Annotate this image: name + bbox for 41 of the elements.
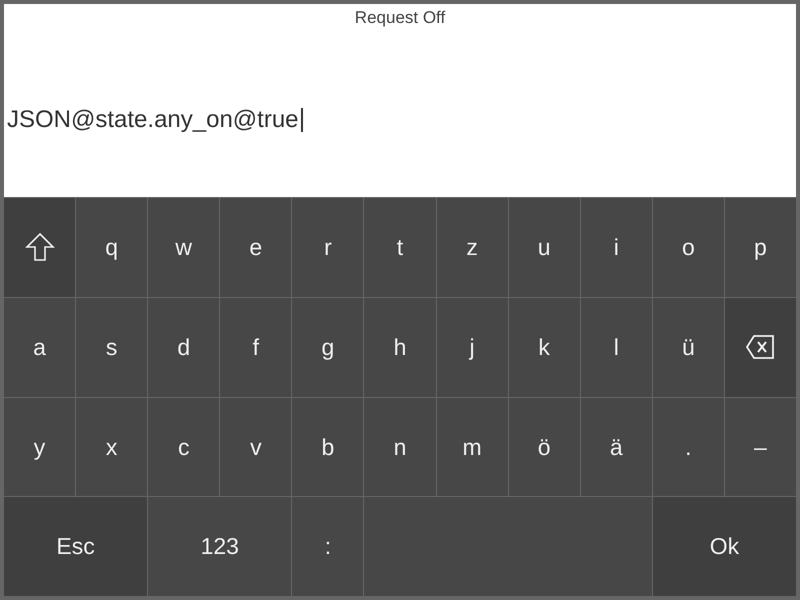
key[interactable]: f <box>220 298 292 396</box>
action-key[interactable]: Ok <box>652 497 796 596</box>
key[interactable]: ä <box>580 398 652 496</box>
dialog-title: Request Off <box>354 7 446 28</box>
key[interactable]: : <box>292 497 364 596</box>
key[interactable]: 123 <box>148 497 292 596</box>
key[interactable]: k <box>508 298 580 396</box>
key[interactable]: b <box>292 398 364 496</box>
key[interactable]: g <box>292 298 364 396</box>
key[interactable]: m <box>436 398 508 496</box>
key[interactable]: ö <box>508 398 580 496</box>
key[interactable]: h <box>364 298 436 396</box>
action-key[interactable]: Esc <box>4 497 148 596</box>
key[interactable]: w <box>148 198 220 297</box>
key[interactable]: n <box>364 398 436 496</box>
key[interactable]: o <box>652 198 724 297</box>
key[interactable]: – <box>724 398 796 496</box>
key[interactable]: t <box>364 198 436 297</box>
key[interactable]: v <box>220 398 292 496</box>
text-input[interactable]: JSON@state.any_on@true <box>4 104 796 136</box>
key[interactable]: ü <box>652 298 724 396</box>
key[interactable]: . <box>652 398 724 496</box>
key[interactable]: s <box>76 298 148 396</box>
key[interactable]: l <box>580 298 652 396</box>
key[interactable]: j <box>436 298 508 396</box>
key[interactable]: c <box>148 398 220 496</box>
key[interactable]: p <box>724 198 796 297</box>
key[interactable]: y <box>4 398 76 496</box>
key[interactable]: i <box>580 198 652 297</box>
key[interactable]: z <box>436 198 508 297</box>
key[interactable]: x <box>76 398 148 496</box>
shift-key[interactable] <box>4 198 76 297</box>
key[interactable]: q <box>76 198 148 297</box>
key[interactable]: d <box>148 298 220 396</box>
backspace-key[interactable] <box>724 298 796 396</box>
key[interactable]: u <box>508 198 580 297</box>
key[interactable]: e <box>220 198 292 297</box>
key[interactable]: a <box>4 298 76 396</box>
backspace-icon <box>745 334 776 360</box>
shift-icon <box>24 232 55 262</box>
key[interactable]: r <box>292 198 364 297</box>
